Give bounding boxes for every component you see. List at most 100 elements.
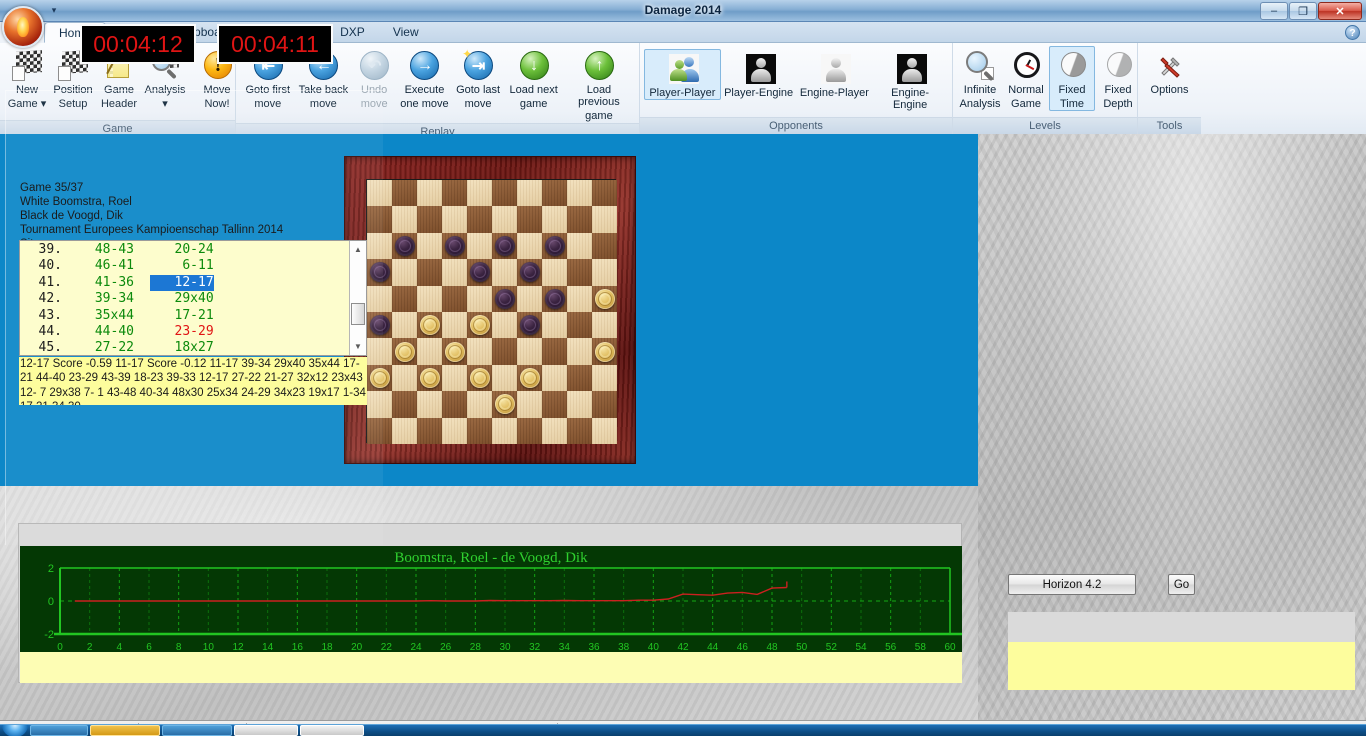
- board-square[interactable]: [467, 417, 492, 444]
- board-square[interactable]: [517, 285, 542, 312]
- board-square[interactable]: [442, 232, 467, 260]
- board-square[interactable]: [567, 338, 592, 365]
- board-square[interactable]: [417, 417, 442, 444]
- board-square[interactable]: [492, 364, 517, 392]
- board-square[interactable]: [542, 311, 567, 339]
- board-square[interactable]: [467, 232, 492, 260]
- board-square[interactable]: [467, 364, 492, 392]
- board-square[interactable]: [517, 417, 542, 444]
- board-square[interactable]: [567, 206, 592, 233]
- board-square[interactable]: [442, 417, 467, 444]
- scroll-down-icon[interactable]: ▼: [350, 339, 366, 354]
- black-move[interactable]: 29x40: [150, 291, 214, 307]
- restore-button[interactable]: ❐: [1289, 2, 1317, 20]
- taskbar-item[interactable]: [234, 725, 298, 736]
- board-square[interactable]: [442, 311, 467, 339]
- board-square[interactable]: [442, 206, 467, 233]
- move-row[interactable]: 45. 27-22 18x27: [20, 340, 349, 355]
- board-square[interactable]: [592, 417, 617, 444]
- move-row[interactable]: 40. 46-41 6-11: [20, 258, 349, 274]
- fixed-depth-button[interactable]: Fixed Depth: [1095, 46, 1141, 111]
- infinite-analysis-button[interactable]: Infinite Analysis: [957, 46, 1003, 111]
- board-square[interactable]: [517, 364, 542, 392]
- execute-one-move-button[interactable]: → Execute one move: [397, 46, 452, 111]
- board-square[interactable]: [542, 259, 567, 286]
- board-square[interactable]: [392, 285, 417, 312]
- board-square[interactable]: [517, 232, 542, 260]
- board-square[interactable]: [592, 364, 617, 392]
- player-engine-button[interactable]: Player-Engine: [721, 49, 797, 100]
- board-square[interactable]: [467, 391, 492, 418]
- board-square[interactable]: [442, 391, 467, 418]
- white-piece[interactable]: [419, 367, 440, 388]
- board-square[interactable]: [517, 311, 542, 339]
- white-move[interactable]: 48-43: [62, 242, 134, 258]
- black-piece[interactable]: [519, 315, 540, 336]
- board-square[interactable]: [492, 259, 517, 286]
- board-square[interactable]: [517, 206, 542, 233]
- board-square[interactable]: [567, 311, 592, 339]
- board-square[interactable]: [517, 338, 542, 365]
- board-square[interactable]: [517, 259, 542, 286]
- board-square[interactable]: [392, 259, 417, 286]
- minimize-button[interactable]: –: [1260, 2, 1288, 20]
- board-square[interactable]: [417, 285, 442, 312]
- white-piece[interactable]: [469, 367, 490, 388]
- board-square[interactable]: [567, 180, 592, 207]
- board-square[interactable]: [517, 180, 542, 207]
- board-square[interactable]: [542, 338, 567, 365]
- black-piece[interactable]: [444, 235, 465, 256]
- board-square[interactable]: [417, 364, 442, 392]
- board-square[interactable]: [567, 417, 592, 444]
- board-square[interactable]: [467, 206, 492, 233]
- board-square[interactable]: [492, 338, 517, 365]
- black-piece[interactable]: [494, 235, 515, 256]
- white-piece[interactable]: [394, 341, 415, 362]
- move-row[interactable]: 44. 44-40 23-29: [20, 324, 349, 340]
- board-square[interactable]: [467, 180, 492, 207]
- board-square[interactable]: [492, 391, 517, 418]
- board-square[interactable]: [417, 338, 442, 365]
- move-list[interactable]: 39. 48-43 20-24 40. 46-41 6-11 41. 41-36 1…: [19, 240, 367, 356]
- engine-engine-button[interactable]: Engine-Engine: [872, 49, 948, 112]
- board-square[interactable]: [392, 391, 417, 418]
- board-square[interactable]: [492, 180, 517, 207]
- board-square[interactable]: [392, 206, 417, 233]
- black-piece[interactable]: [494, 288, 515, 309]
- scroll-up-icon[interactable]: ▲: [350, 242, 366, 257]
- board-square[interactable]: [467, 285, 492, 312]
- tab-dxp[interactable]: DXP: [326, 21, 379, 42]
- board-square[interactable]: [542, 206, 567, 233]
- black-move[interactable]: 12-17: [149, 274, 214, 292]
- goto-last-move-button[interactable]: ⇥ ✦ Goto last move: [452, 46, 505, 111]
- board-square[interactable]: [442, 285, 467, 312]
- close-button[interactable]: ✕: [1318, 2, 1362, 20]
- help-icon[interactable]: ?: [1345, 25, 1360, 40]
- board-square[interactable]: [442, 259, 467, 286]
- board-square[interactable]: [567, 285, 592, 312]
- board-square[interactable]: [417, 259, 442, 286]
- move-row[interactable]: 39. 48-43 20-24: [20, 242, 349, 258]
- board-square[interactable]: [542, 285, 567, 312]
- load-next-game-button[interactable]: ↓ Load next game: [504, 46, 562, 111]
- board-square[interactable]: [492, 285, 517, 312]
- board-square[interactable]: [492, 232, 517, 260]
- white-move[interactable]: 41-36: [62, 275, 134, 291]
- board-square[interactable]: [492, 417, 517, 444]
- white-piece[interactable]: [594, 288, 615, 309]
- white-move[interactable]: 44-40: [62, 324, 134, 340]
- board-square[interactable]: [542, 180, 567, 207]
- options-button[interactable]: Options: [1142, 46, 1197, 97]
- board-square[interactable]: [492, 311, 517, 339]
- white-move[interactable]: 46-41: [62, 258, 134, 274]
- white-piece[interactable]: [494, 394, 515, 415]
- normal-game-button[interactable]: Normal Game: [1003, 46, 1049, 111]
- board-square[interactable]: [492, 206, 517, 233]
- player-player-button[interactable]: Player-Player: [644, 49, 721, 100]
- board-square[interactable]: [417, 391, 442, 418]
- black-piece[interactable]: [519, 262, 540, 283]
- board-square[interactable]: [542, 364, 567, 392]
- board-square[interactable]: [592, 338, 617, 365]
- tab-view[interactable]: View: [379, 21, 433, 42]
- black-move[interactable]: 23-29: [150, 324, 214, 340]
